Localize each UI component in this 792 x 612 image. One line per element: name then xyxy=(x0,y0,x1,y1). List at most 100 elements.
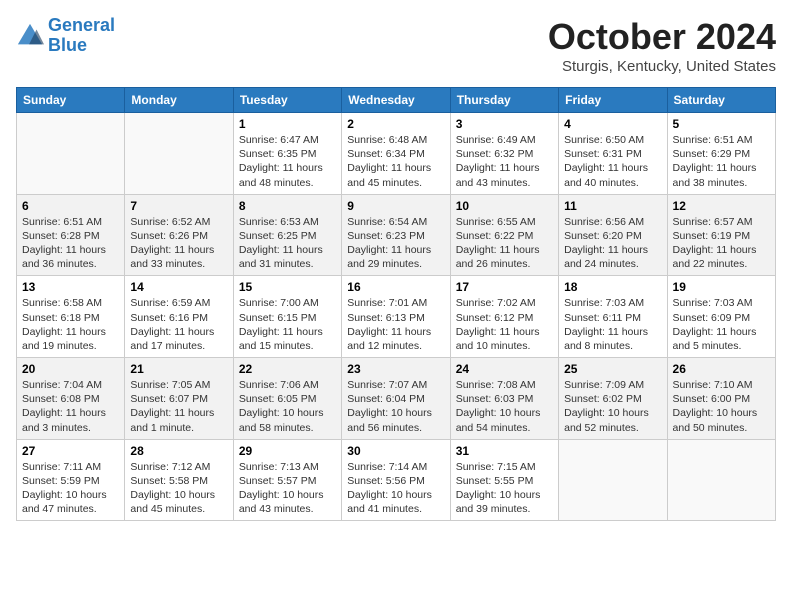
day-number: 25 xyxy=(564,362,661,376)
calendar-cell: 6Sunrise: 6:51 AM Sunset: 6:28 PM Daylig… xyxy=(17,194,125,276)
header-sunday: Sunday xyxy=(17,88,125,113)
day-info: Sunrise: 7:02 AM Sunset: 6:12 PM Dayligh… xyxy=(456,296,553,353)
header-tuesday: Tuesday xyxy=(233,88,341,113)
day-info: Sunrise: 7:05 AM Sunset: 6:07 PM Dayligh… xyxy=(130,378,227,435)
calendar-cell: 29 Sunrise: 7:13 AM Sunset: 5:57 PM Dayli… xyxy=(233,439,341,521)
header-saturday: Saturday xyxy=(667,88,775,113)
day-number: 23 xyxy=(347,362,444,376)
day-info: Sunrise: 7:06 AM Sunset: 6:05 PM Dayligh… xyxy=(239,378,336,435)
day-info: Sunrise: 7:07 AM Sunset: 6:04 PM Dayligh… xyxy=(347,378,444,435)
day-info: Sunrise: 7:13 AM Sunset: 5:57 PM Dayligh… xyxy=(239,460,336,517)
day-number: 2 xyxy=(347,117,444,131)
header-wednesday: Wednesday xyxy=(342,88,450,113)
day-info: Sunrise: 6:53 AM Sunset: 6:25 PM Dayligh… xyxy=(239,215,336,272)
day-number: 22 xyxy=(239,362,336,376)
day-number: 14 xyxy=(130,280,227,294)
day-info: Sunrise: 6:59 AM Sunset: 6:16 PM Dayligh… xyxy=(130,296,227,353)
day-info: Sunrise: 6:55 AM Sunset: 6:22 PM Dayligh… xyxy=(456,215,553,272)
calendar-cell xyxy=(125,113,233,195)
day-info: Sunrise: 7:01 AM Sunset: 6:13 PM Dayligh… xyxy=(347,296,444,353)
day-info: Sunrise: 7:10 AM Sunset: 6:00 PM Dayligh… xyxy=(673,378,770,435)
day-info: Sunrise: 6:49 AM Sunset: 6:32 PM Dayligh… xyxy=(456,133,553,190)
day-info: Sunrise: 7:09 AM Sunset: 6:02 PM Dayligh… xyxy=(564,378,661,435)
calendar-header-row: SundayMondayTuesdayWednesdayThursdayFrid… xyxy=(17,88,776,113)
day-info: Sunrise: 7:00 AM Sunset: 6:15 PM Dayligh… xyxy=(239,296,336,353)
day-number: 20 xyxy=(22,362,119,376)
location: Sturgis, Kentucky, United States xyxy=(548,58,776,75)
day-number: 19 xyxy=(673,280,770,294)
calendar-cell: 25 Sunrise: 7:09 AM Sunset: 6:02 PM Dayli… xyxy=(559,358,667,440)
day-info: Sunrise: 6:51 AM Sunset: 6:28 PM Dayligh… xyxy=(22,215,119,272)
logo-blue: Blue xyxy=(48,35,87,55)
day-info: Sunrise: 6:47 AM Sunset: 6:35 PM Dayligh… xyxy=(239,133,336,190)
day-number: 7 xyxy=(130,199,227,213)
day-info: Sunrise: 7:11 AM Sunset: 5:59 PM Dayligh… xyxy=(22,460,119,517)
calendar-cell: 30Sunrise: 7:14 AM Sunset: 5:56 PM Dayli… xyxy=(342,439,450,521)
calendar-cell: 18 Sunrise: 7:03 AM Sunset: 6:11 PM Dayli… xyxy=(559,276,667,358)
calendar-cell: 19 Sunrise: 7:03 AM Sunset: 6:09 PM Dayli… xyxy=(667,276,775,358)
month-title: October 2024 xyxy=(548,16,776,58)
calendar-cell: 5Sunrise: 6:51 AM Sunset: 6:29 PM Daylig… xyxy=(667,113,775,195)
day-number: 11 xyxy=(564,199,661,213)
calendar-cell xyxy=(17,113,125,195)
calendar-cell: 10 Sunrise: 6:55 AM Sunset: 6:22 PM Dayli… xyxy=(450,194,558,276)
calendar-cell: 13Sunrise: 6:58 AM Sunset: 6:18 PM Dayli… xyxy=(17,276,125,358)
day-number: 3 xyxy=(456,117,553,131)
page-header: General Blue October 2024 Sturgis, Kentu… xyxy=(16,16,776,75)
calendar-cell: 22 Sunrise: 7:06 AM Sunset: 6:05 PM Dayli… xyxy=(233,358,341,440)
day-info: Sunrise: 7:04 AM Sunset: 6:08 PM Dayligh… xyxy=(22,378,119,435)
header-friday: Friday xyxy=(559,88,667,113)
day-number: 29 xyxy=(239,444,336,458)
title-block: October 2024 Sturgis, Kentucky, United S… xyxy=(548,16,776,75)
day-info: Sunrise: 6:52 AM Sunset: 6:26 PM Dayligh… xyxy=(130,215,227,272)
day-info: Sunrise: 6:50 AM Sunset: 6:31 PM Dayligh… xyxy=(564,133,661,190)
calendar-cell: 1 Sunrise: 6:47 AM Sunset: 6:35 PM Daylig… xyxy=(233,113,341,195)
day-info: Sunrise: 6:51 AM Sunset: 6:29 PM Dayligh… xyxy=(673,133,770,190)
calendar-table: SundayMondayTuesdayWednesdayThursdayFrid… xyxy=(16,87,776,521)
week-row-1: 1 Sunrise: 6:47 AM Sunset: 6:35 PM Daylig… xyxy=(17,113,776,195)
calendar-cell: 8Sunrise: 6:53 AM Sunset: 6:25 PM Daylig… xyxy=(233,194,341,276)
calendar-cell: 7 Sunrise: 6:52 AM Sunset: 6:26 PM Daylig… xyxy=(125,194,233,276)
calendar-cell: 17 Sunrise: 7:02 AM Sunset: 6:12 PM Dayli… xyxy=(450,276,558,358)
calendar-cell: 26Sunrise: 7:10 AM Sunset: 6:00 PM Dayli… xyxy=(667,358,775,440)
logo-text: General Blue xyxy=(48,16,115,56)
day-number: 27 xyxy=(22,444,119,458)
calendar-cell xyxy=(667,439,775,521)
calendar-cell xyxy=(559,439,667,521)
calendar-cell: 23 Sunrise: 7:07 AM Sunset: 6:04 PM Dayli… xyxy=(342,358,450,440)
logo-general: General xyxy=(48,15,115,35)
calendar-cell: 12 Sunrise: 6:57 AM Sunset: 6:19 PM Dayli… xyxy=(667,194,775,276)
day-info: Sunrise: 6:48 AM Sunset: 6:34 PM Dayligh… xyxy=(347,133,444,190)
calendar-cell: 2 Sunrise: 6:48 AM Sunset: 6:34 PM Daylig… xyxy=(342,113,450,195)
week-row-4: 20 Sunrise: 7:04 AM Sunset: 6:08 PM Dayli… xyxy=(17,358,776,440)
day-number: 12 xyxy=(673,199,770,213)
calendar-cell: 15Sunrise: 7:00 AM Sunset: 6:15 PM Dayli… xyxy=(233,276,341,358)
day-info: Sunrise: 7:03 AM Sunset: 6:11 PM Dayligh… xyxy=(564,296,661,353)
logo: General Blue xyxy=(16,16,115,56)
week-row-5: 27 Sunrise: 7:11 AM Sunset: 5:59 PM Dayli… xyxy=(17,439,776,521)
day-info: Sunrise: 7:03 AM Sunset: 6:09 PM Dayligh… xyxy=(673,296,770,353)
calendar-cell: 9 Sunrise: 6:54 AM Sunset: 6:23 PM Daylig… xyxy=(342,194,450,276)
day-number: 18 xyxy=(564,280,661,294)
day-number: 16 xyxy=(347,280,444,294)
header-thursday: Thursday xyxy=(450,88,558,113)
day-number: 10 xyxy=(456,199,553,213)
day-info: Sunrise: 6:58 AM Sunset: 6:18 PM Dayligh… xyxy=(22,296,119,353)
day-number: 9 xyxy=(347,199,444,213)
day-info: Sunrise: 7:15 AM Sunset: 5:55 PM Dayligh… xyxy=(456,460,553,517)
calendar-cell: 24Sunrise: 7:08 AM Sunset: 6:03 PM Dayli… xyxy=(450,358,558,440)
day-info: Sunrise: 7:14 AM Sunset: 5:56 PM Dayligh… xyxy=(347,460,444,517)
logo-icon xyxy=(16,22,44,50)
calendar-cell: 31Sunrise: 7:15 AM Sunset: 5:55 PM Dayli… xyxy=(450,439,558,521)
calendar-cell: 28Sunrise: 7:12 AM Sunset: 5:58 PM Dayli… xyxy=(125,439,233,521)
day-number: 17 xyxy=(456,280,553,294)
calendar-cell: 3 Sunrise: 6:49 AM Sunset: 6:32 PM Daylig… xyxy=(450,113,558,195)
day-info: Sunrise: 6:57 AM Sunset: 6:19 PM Dayligh… xyxy=(673,215,770,272)
day-info: Sunrise: 6:54 AM Sunset: 6:23 PM Dayligh… xyxy=(347,215,444,272)
day-number: 1 xyxy=(239,117,336,131)
week-row-2: 6Sunrise: 6:51 AM Sunset: 6:28 PM Daylig… xyxy=(17,194,776,276)
calendar-cell: 4Sunrise: 6:50 AM Sunset: 6:31 PM Daylig… xyxy=(559,113,667,195)
calendar-cell: 16 Sunrise: 7:01 AM Sunset: 6:13 PM Dayli… xyxy=(342,276,450,358)
calendar-cell: 27 Sunrise: 7:11 AM Sunset: 5:59 PM Dayli… xyxy=(17,439,125,521)
calendar-cell: 20 Sunrise: 7:04 AM Sunset: 6:08 PM Dayli… xyxy=(17,358,125,440)
